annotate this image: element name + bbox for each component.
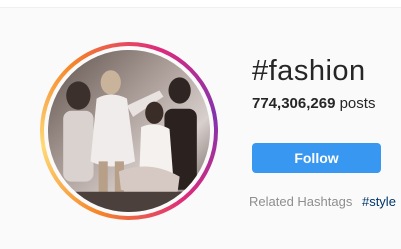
related-hashtags-label: Related Hashtags: [249, 194, 353, 209]
post-count: 774,306,269 posts: [252, 95, 375, 113]
related-hashtags: Related Hashtags #style: [249, 194, 396, 210]
related-hashtag-link[interactable]: #style: [362, 194, 396, 209]
hashtag-title: #fashion: [252, 55, 366, 87]
follow-button[interactable]: Follow: [252, 143, 381, 173]
post-count-value: 774,306,269: [252, 95, 336, 112]
fashion-photo-icon: [48, 50, 210, 212]
hashtag-avatar[interactable]: [48, 50, 210, 212]
hashtag-page: #fashion 774,306,269 posts Follow Relate…: [0, 0, 401, 249]
post-count-label: posts: [339, 95, 376, 112]
story-ring[interactable]: [40, 42, 218, 220]
top-bar: [0, 0, 401, 8]
hashtag-info: #fashion 774,306,269 posts: [252, 54, 375, 113]
